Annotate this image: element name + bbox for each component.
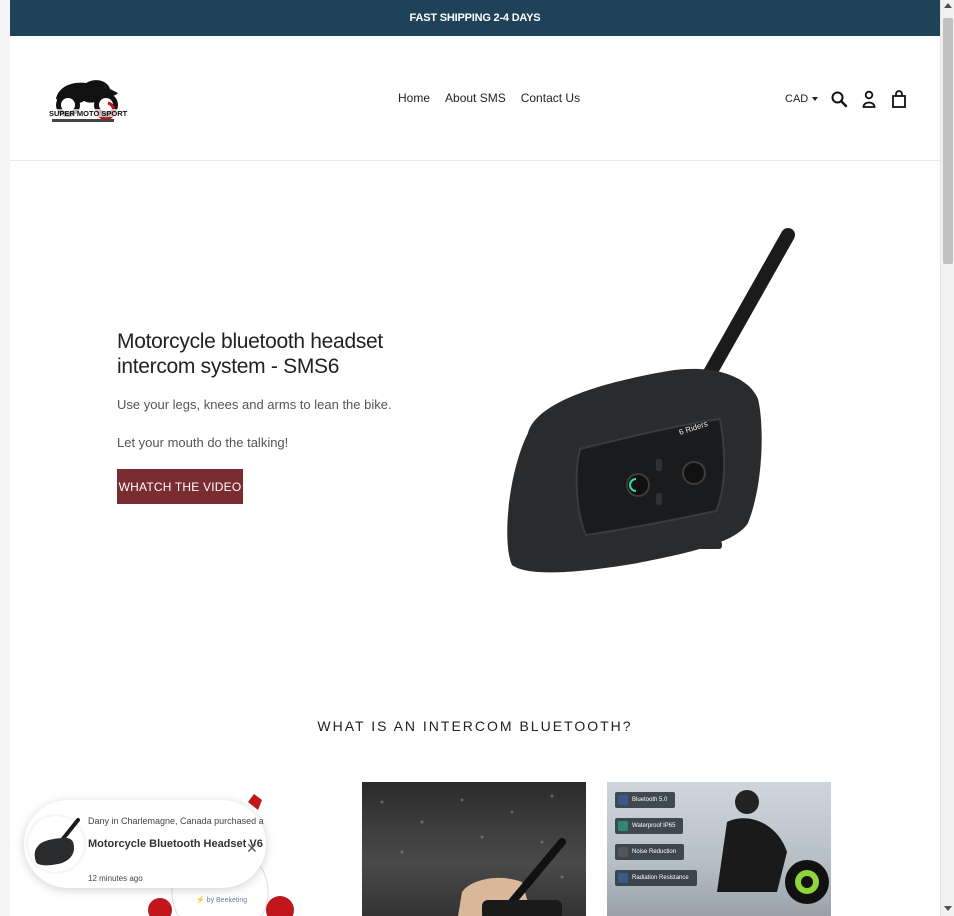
watch-video-button[interactable]: WHATCH THE VIDEO [117,469,243,504]
chevron-down-icon [812,97,819,101]
site-header: SUPER MOTO SPORT Home About SMS Contact … [10,36,940,161]
hero-line-2: Let your mouth do the talking! [117,435,289,450]
cart-icon[interactable] [890,90,908,108]
feature-card-3: Bluetooth 5.0 Waterproof IP65 Noise Redu… [607,782,831,916]
feature-card-2 [362,782,586,916]
notification-buyer: Dany in Charlemagne, Canada purchased a [88,816,264,826]
header-actions: CAD [785,90,908,108]
nav-about[interactable]: About SMS [445,91,506,105]
notification-time: 12 minutes ago [88,874,143,883]
currency-label: CAD [785,93,809,105]
announcement-text: FAST SHIPPING 2-4 DAYS [409,12,541,24]
nav-home[interactable]: Home [398,91,430,105]
scroll-down-icon[interactable] [944,906,952,911]
notification-by[interactable]: ⚡ by Beeketing [196,896,247,904]
scrollbar[interactable] [940,0,954,916]
hero-section: Motorcycle bluetooth headset intercom sy… [10,161,940,641]
nav-contact[interactable]: Contact Us [521,91,580,105]
account-icon[interactable] [860,90,878,108]
section-title: WHAT IS AN INTERCOM BLUETOOTH? [317,718,633,734]
main-nav: Home About SMS Contact Us [398,91,580,105]
intercom-device-image: 6 Riders [488,223,808,583]
page: FAST SHIPPING 2-4 DAYS SUPER MOTO SPORT … [10,0,940,916]
site-logo[interactable]: SUPER MOTO SPORT [48,71,128,126]
logo-text: SUPER MOTO SPORT [49,109,128,118]
hero-line-1: Use your legs, knees and arms to lean th… [117,397,392,412]
announcement-bar: FAST SHIPPING 2-4 DAYS [10,0,940,36]
search-icon[interactable] [830,90,848,108]
product-thumbnail [28,816,84,872]
currency-selector[interactable]: CAD [785,93,819,105]
hero-title: Motorcycle bluetooth headset intercom sy… [117,330,383,378]
purchase-notification[interactable]: Dany in Charlemagne, Canada purchased a … [24,800,266,904]
scroll-thumb[interactable] [943,18,953,264]
scroll-up-icon[interactable] [944,3,952,8]
notification-product[interactable]: Motorcycle Bluetooth Headset V6 [88,838,263,850]
close-icon[interactable]: ✕ [246,840,258,857]
